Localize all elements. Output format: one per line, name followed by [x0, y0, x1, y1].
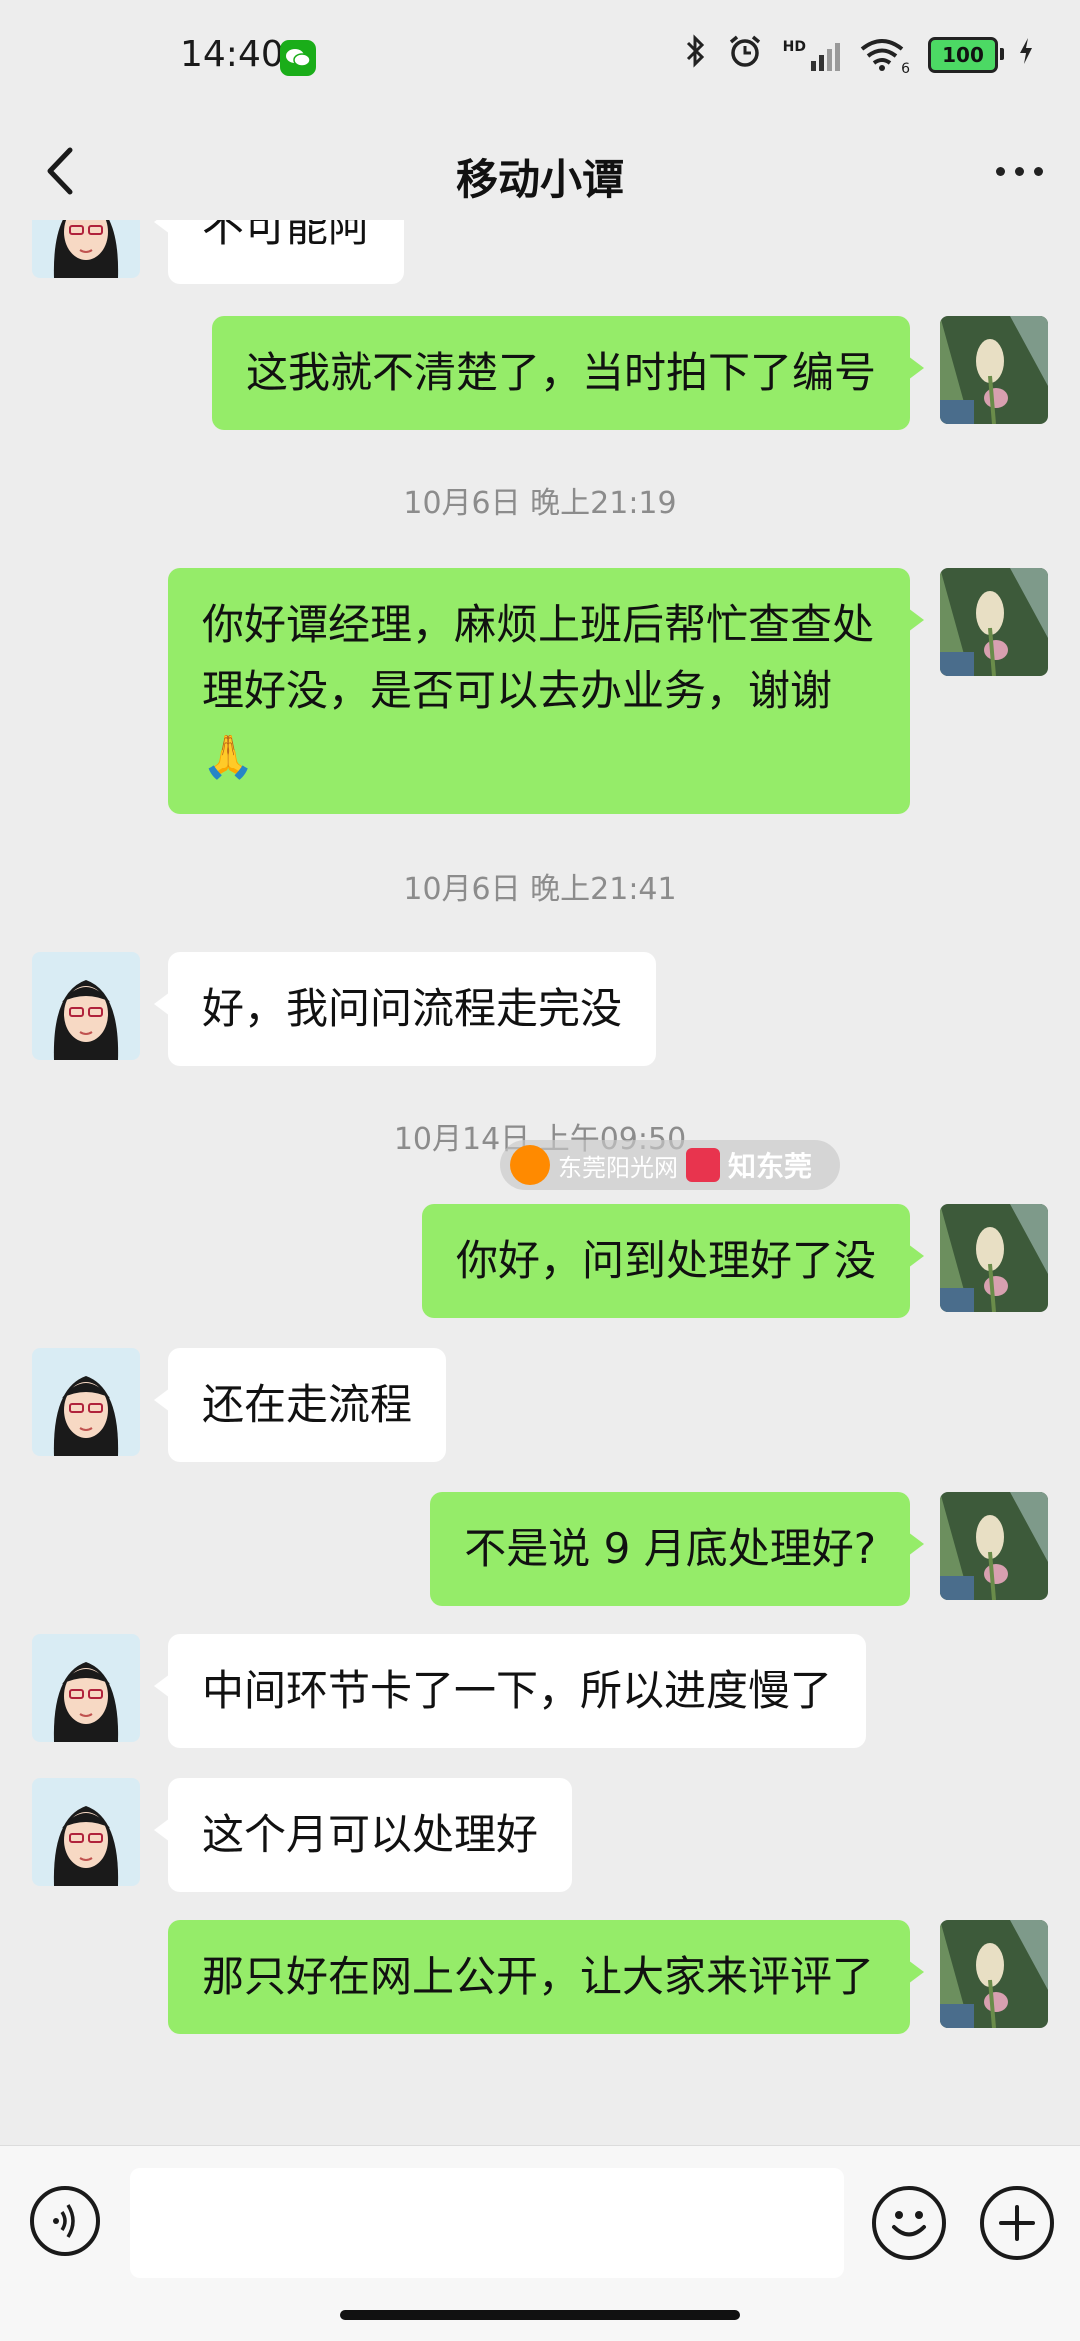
watermark: 东莞阳光网 知东莞 [500, 1140, 840, 1190]
message-bubble-received[interactable]: 中间环节卡了一下，所以进度慢了 [153, 1634, 867, 1748]
watermark-badge-icon [686, 1148, 720, 1182]
message-bubble-received[interactable]: 好，我问问流程走完没 [153, 952, 657, 1066]
wifi-icon: 6 [860, 37, 910, 77]
message-bubble-received[interactable]: 还在走流程 [153, 1348, 447, 1462]
message-bubble-sent[interactable]: 这我就不清楚了，当时拍下了编号 [211, 316, 925, 430]
status-icons: HD 6 100 [685, 33, 1034, 77]
message-bubble-received[interactable]: 这个月可以处理好 [153, 1778, 573, 1892]
message-bubble-sent[interactable]: 你好，问到处理好了没 [421, 1204, 925, 1318]
more-button[interactable] [984, 146, 1054, 196]
message-timestamp: 10月6日 晚上21:19 [403, 486, 677, 521]
chat-messages[interactable]: 不可能阿 这我就不清楚了，当时拍下了编号 10月6日 晚上21:19 你好谭经理… [0, 220, 1080, 2145]
network-badge: HD [782, 39, 806, 55]
status-bar: 14:40 HD 6 100 [0, 0, 1080, 120]
contact-avatar[interactable] [32, 1348, 140, 1456]
more-icon-dot [1033, 166, 1043, 176]
watermark-logo-icon [510, 1145, 550, 1185]
voice-button[interactable] [30, 2186, 100, 2256]
message-input[interactable] [130, 2168, 844, 2278]
wifi-label: 6 [901, 61, 910, 77]
input-bar [0, 2145, 1080, 2341]
watermark-text: 东莞阳光网 [558, 1153, 678, 1182]
contact-avatar[interactable] [32, 1778, 140, 1886]
more-icon-dot [1014, 166, 1024, 176]
voice-icon [53, 2204, 75, 2238]
chat-title: 移动小谭 [455, 155, 624, 204]
bluetooth-icon [685, 34, 707, 76]
battery-level: 100 [942, 43, 984, 67]
status-time: 14:40 [180, 34, 284, 75]
battery-icon: 100 [928, 37, 1004, 73]
more-icon-dot [995, 166, 1005, 176]
home-indicator[interactable] [340, 2310, 740, 2320]
message-bubble-received[interactable]: 不可能阿 [153, 220, 405, 284]
chat-header: 移动小谭 [0, 120, 1080, 220]
contact-avatar[interactable] [32, 220, 140, 278]
my-avatar[interactable] [940, 316, 1048, 424]
alarm-icon [727, 33, 763, 77]
plus-button[interactable] [980, 2186, 1054, 2260]
message-bubble-sent[interactable]: 你好谭经理，麻烦上班后帮忙查查处理好没，是否可以去办业务，谢谢🙏 [168, 568, 924, 814]
contact-avatar[interactable] [32, 1634, 140, 1742]
my-avatar[interactable] [940, 1492, 1048, 1600]
my-avatar[interactable] [940, 568, 1048, 676]
message-timestamp: 10月6日 晚上21:41 [403, 872, 677, 907]
signal-icon: HD [783, 39, 840, 71]
charging-icon [1018, 37, 1034, 73]
my-avatar[interactable] [940, 1920, 1048, 2028]
my-avatar[interactable] [940, 1204, 1048, 1312]
contact-avatar[interactable] [32, 952, 140, 1060]
wechat-icon [280, 40, 316, 76]
message-bubble-sent[interactable]: 那只好在网上公开，让大家来评评了 [168, 1920, 924, 2034]
emoji-button[interactable] [872, 2186, 946, 2260]
message-bubble-sent[interactable]: 不是说 9 月底处理好? [430, 1492, 924, 1606]
watermark-brand: 知东莞 [728, 1150, 813, 1183]
emoji-icon [892, 2211, 926, 2237]
plus-icon [999, 2205, 1035, 2241]
